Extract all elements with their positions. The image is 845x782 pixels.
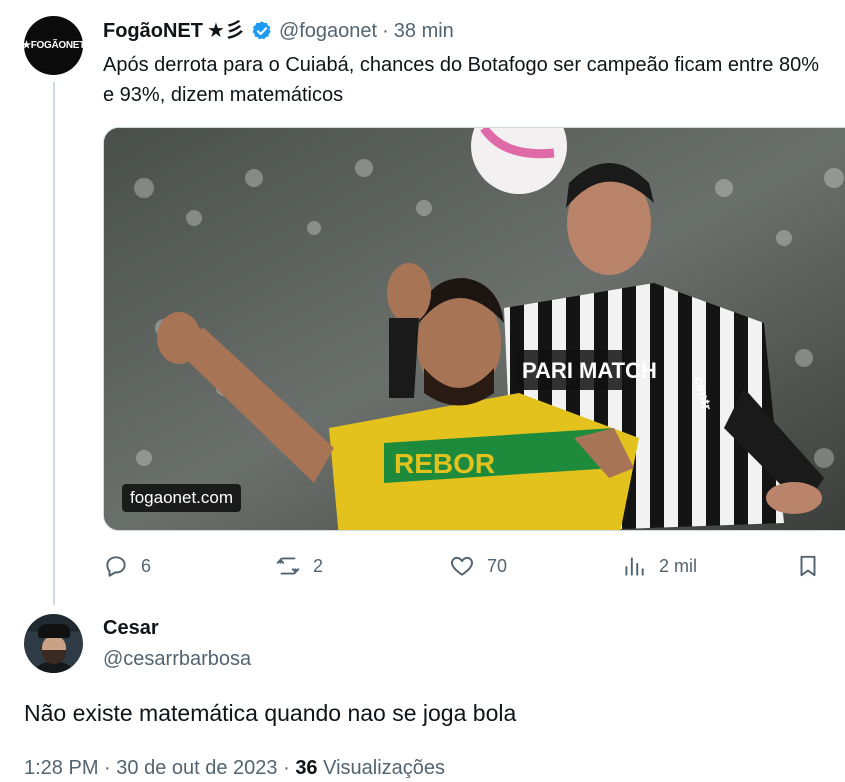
tweet-media-image[interactable]: PARI MATCH centr REBOR fogaonet.com bbox=[103, 127, 845, 531]
author-name[interactable]: FogãoNET bbox=[103, 18, 203, 44]
reply-icon bbox=[106, 556, 126, 577]
bookmark-button[interactable] bbox=[795, 547, 821, 585]
like-count: 70 bbox=[487, 555, 508, 576]
retweet-button[interactable]: 2 bbox=[275, 547, 323, 585]
verified-badge-icon bbox=[251, 20, 273, 42]
reply-date[interactable]: 30 de out de 2023 bbox=[116, 757, 277, 779]
reply-author-name[interactable]: Cesar bbox=[103, 617, 159, 640]
thread-line bbox=[53, 82, 55, 605]
retweet-count: 2 bbox=[313, 555, 324, 576]
views-count: 2 mil bbox=[659, 555, 698, 576]
reply-time[interactable]: 1:28 PM bbox=[24, 757, 98, 779]
tweet-time[interactable]: 38 min bbox=[394, 18, 454, 44]
reply-button[interactable]: 6 bbox=[103, 547, 151, 585]
reply-author-handle[interactable]: @cesarrbarbosa bbox=[103, 648, 251, 671]
bookmark-icon bbox=[800, 555, 816, 577]
views-button[interactable]: 2 mil bbox=[621, 547, 697, 585]
football-photo: PARI MATCH centr REBOR bbox=[104, 128, 845, 530]
header-separator: · bbox=[382, 20, 389, 42]
cesar-avatar[interactable] bbox=[24, 614, 83, 673]
tweet-actions: 6 2 70 2 mil bbox=[103, 547, 833, 585]
author-handle[interactable]: @fogaonet bbox=[279, 18, 377, 44]
tweet-text: Após derrota para o Cuiabá, chances do B… bbox=[103, 54, 819, 106]
reply-count: 6 bbox=[141, 555, 152, 576]
views-icon bbox=[625, 557, 644, 576]
fogaonet-avatar[interactable]: ★FOGÃONET bbox=[24, 16, 83, 75]
reply-views-count: 36 bbox=[295, 757, 318, 779]
author-name-decoration: ★彡 bbox=[207, 20, 245, 42]
meta-separator: · bbox=[104, 757, 117, 779]
svg-text:PARI MATCH: PARI MATCH bbox=[522, 358, 657, 383]
tweet-header: FogãoNET ★彡 @fogaonet · 38 min bbox=[103, 18, 454, 44]
avatar-logo-text: ★FOGÃONET bbox=[24, 40, 83, 51]
svg-text:REBOR: REBOR bbox=[394, 448, 495, 479]
reply-text: Não existe matemática quando nao se joga… bbox=[24, 700, 517, 726]
retweet-icon bbox=[276, 557, 300, 575]
like-button[interactable]: 70 bbox=[449, 547, 507, 585]
heart-icon bbox=[451, 556, 473, 576]
reply-metadata: 1:28 PM · 30 de out de 2023 · 36 Visuali… bbox=[24, 757, 445, 780]
media-source-badge: fogaonet.com bbox=[122, 484, 242, 512]
reply-views-label: Visualizações bbox=[323, 757, 446, 779]
meta-separator: · bbox=[283, 757, 296, 779]
